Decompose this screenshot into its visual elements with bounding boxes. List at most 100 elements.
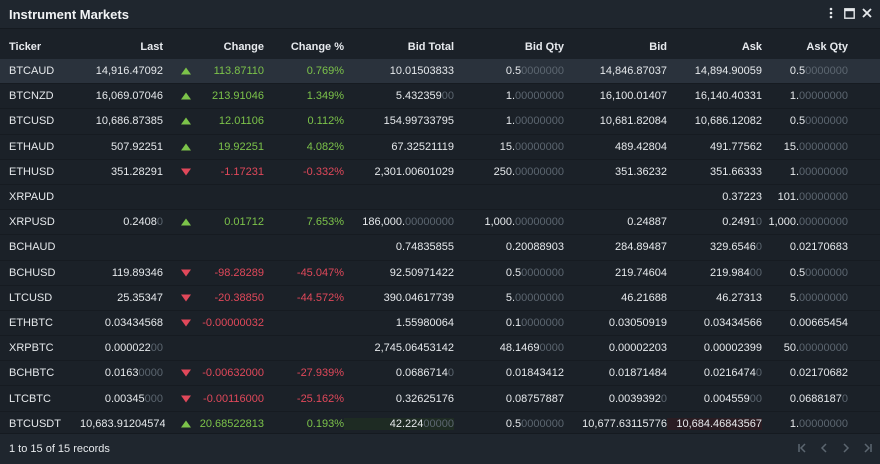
bid-total-cell: 0.06867140 — [344, 367, 454, 379]
table-row[interactable]: ETHUSD 351.28291 -1.17231 -0.332% 2,301.0060… — [0, 160, 880, 185]
last-cell-value: 25.35347 — [117, 291, 163, 304]
column-header-bid[interactable]: Bid — [564, 41, 667, 53]
ask-qty-cell-value: 1. — [789, 90, 800, 103]
bid-cell-value: 0.03050919 — [608, 316, 667, 329]
table-row[interactable]: BCHAUD 0.74835855 0.20088903 284.89487 329.6… — [0, 235, 880, 261]
last-cell-value: 16,069.07046 — [95, 90, 163, 103]
up-arrow-icon — [181, 92, 191, 100]
table-row[interactable]: BTCUSD 10,686.87385 12.01106 0.112% 154.9973… — [0, 109, 880, 135]
last-cell: 0.00002200 — [80, 342, 165, 354]
kebab-menu-icon[interactable] — [824, 6, 838, 20]
bid-qty-cell: 15.00000000 — [454, 141, 564, 153]
ask-qty-cell: 5.00000000 — [762, 292, 860, 304]
column-header-ask[interactable]: Ask — [667, 41, 762, 53]
table-row[interactable]: LTCBTC 0.00345000 -0.00116000 -25.162% 0.326… — [0, 386, 880, 412]
ask-qty-cell: 0.02170683 — [762, 241, 860, 253]
table-row[interactable]: BTCNZD 16,069.07046 213.91046 1.349% 5.43235… — [0, 84, 880, 110]
column-header-change-percent[interactable]: Change % — [265, 41, 344, 53]
last-cell: 0.00345000 — [80, 393, 165, 405]
markets-grid: Ticker Last Change Change % Bid Total Bi… — [0, 35, 880, 437]
ask-qty-cell: 0.50000000 — [762, 267, 860, 279]
bid-qty-cell-trailing-zeros: 0000000 — [521, 316, 564, 329]
table-row[interactable]: ETHBTC 0.03434568 -0.00000032 1.55980064 0.1… — [0, 311, 880, 337]
bid-qty-cell-value: 48.1469 — [499, 342, 540, 355]
ask-qty-cell: 1,000.00000000 — [762, 216, 860, 228]
bid-qty-cell-value: 250. — [493, 165, 516, 178]
ask-cell: 0.02164740 — [667, 367, 762, 379]
bid-total-cell-value: 154.99733795 — [383, 115, 454, 128]
title-bar: Instrument Markets — [0, 0, 880, 29]
ticker-cell: LTCUSD — [9, 291, 53, 304]
ask-qty-cell: 0.00665454 — [762, 317, 860, 329]
last-cell-trailing-zeros: 0000 — [138, 367, 163, 380]
ask-qty-cell-trailing-zeros: 00000000 — [799, 140, 848, 153]
change-percent-cell: 0.112% — [307, 115, 345, 128]
change-cell: -98.28289 — [165, 267, 265, 279]
maximize-icon[interactable] — [842, 6, 856, 20]
ask-cell-trailing-zeros: 00 — [749, 392, 762, 405]
down-arrow-icon — [181, 319, 191, 327]
ask-qty-cell-value: 50. — [783, 342, 800, 355]
ticker-cell: XRPUSD — [9, 216, 55, 229]
bid-qty-cell: 0.50000000 — [454, 267, 564, 279]
column-header-bid-total[interactable]: Bid Total — [344, 41, 454, 53]
last-cell: 0.01630000 — [80, 367, 165, 379]
column-header-change[interactable]: Change — [165, 41, 265, 53]
change-percent-cell: -44.572% — [296, 291, 344, 304]
change-percent-cell: -45.047% — [296, 266, 344, 279]
bid-qty-cell-value: 5. — [505, 291, 516, 304]
bid-total-cell-trailing-zeros: 00 — [441, 90, 454, 103]
ask-qty-cell: 15.00000000 — [762, 141, 860, 153]
ask-cell: 329.65460 — [667, 241, 762, 253]
ask-qty-cell-value: 1. — [789, 165, 800, 178]
table-row[interactable]: XRPBTC 0.00002200 2,745.06453142 48.1469000… — [0, 336, 880, 362]
last-cell-value: 0.2408 — [123, 216, 157, 229]
next-page-icon[interactable] — [840, 442, 852, 454]
table-row[interactable]: BCHUSD 119.89346 -98.28289 -45.047% 92.50971… — [0, 261, 880, 286]
bid-qty-cell-trailing-zeros: 00000000 — [515, 140, 564, 153]
column-header-bid-qty[interactable]: Bid Qty — [454, 41, 564, 53]
bid-total-cell-value: 92.50971422 — [389, 266, 454, 279]
last-cell-value: 10,686.87385 — [95, 115, 163, 128]
column-header-ask-qty[interactable]: Ask Qty — [762, 41, 860, 53]
bid-qty-cell: 0.20088903 — [454, 241, 564, 253]
last-page-icon[interactable] — [862, 442, 874, 454]
ask-qty-cell: 101.00000000 — [762, 191, 860, 203]
bid-cell-value: 46.21688 — [621, 291, 667, 304]
ticker-cell: BTCUSDT — [9, 417, 61, 430]
grid-footer: 1 to 15 of 15 records — [0, 433, 880, 464]
ask-qty-cell-value: 0.0688187 — [789, 392, 842, 405]
bid-qty-cell: 1.00000000 — [454, 90, 564, 102]
close-icon[interactable] — [860, 6, 874, 20]
bid-cell: 0.00002203 — [564, 342, 667, 354]
table-row[interactable]: BTCAUD 14,916.47092 113.87110 0.769% 10.0150… — [0, 59, 880, 85]
column-header-last[interactable]: Last — [80, 41, 165, 53]
ask-cell-value: 351.66333 — [710, 165, 762, 178]
table-row[interactable]: BCHBTC 0.01630000 -0.00632000 -27.939% 0.068… — [0, 361, 880, 387]
prev-page-icon[interactable] — [818, 442, 830, 454]
bid-total-cell: 92.50971422 — [344, 267, 454, 279]
change-value: 213.91046 — [212, 90, 264, 103]
change-value: -0.00000032 — [202, 316, 264, 329]
ask-cell: 0.03434566 — [667, 317, 762, 329]
table-row[interactable]: LTCUSD 25.35347 -20.38850 -44.572% 390.04617… — [0, 286, 880, 311]
ask-cell: 0.00002399 — [667, 342, 762, 354]
last-cell: 10,683.91204574 — [80, 418, 165, 430]
bid-cell-value: 219.74604 — [615, 266, 667, 279]
bid-qty-cell-value: 1,000. — [484, 216, 516, 229]
ask-cell: 10,684.46843567 — [667, 417, 762, 430]
bid-qty-cell: 250.00000000 — [454, 166, 564, 178]
change-percent-cell: -27.939% — [296, 367, 344, 380]
table-row[interactable]: XRPUSD 0.24080 0.01712 7.653% 186,000.000000… — [0, 210, 880, 236]
table-row[interactable]: XRPAUD 0.37223 101.00000000 — [0, 185, 880, 211]
ask-cell: 14,894.90059 — [667, 65, 762, 77]
ticker-cell: BCHUSD — [9, 266, 56, 279]
first-page-icon[interactable] — [796, 442, 808, 454]
bid-cell-value: 0.24887 — [627, 216, 667, 229]
bid-cell: 219.74604 — [564, 267, 667, 279]
column-header-ticker[interactable]: Ticker — [0, 41, 80, 53]
bid-qty-cell-trailing-zeros: 0000000 — [521, 417, 564, 430]
bid-qty-cell: 5.00000000 — [454, 292, 564, 304]
ask-cell-value: 219.984 — [709, 266, 750, 279]
table-row[interactable]: ETHAUD 507.92251 19.92251 4.082% 67.32521119… — [0, 135, 880, 160]
